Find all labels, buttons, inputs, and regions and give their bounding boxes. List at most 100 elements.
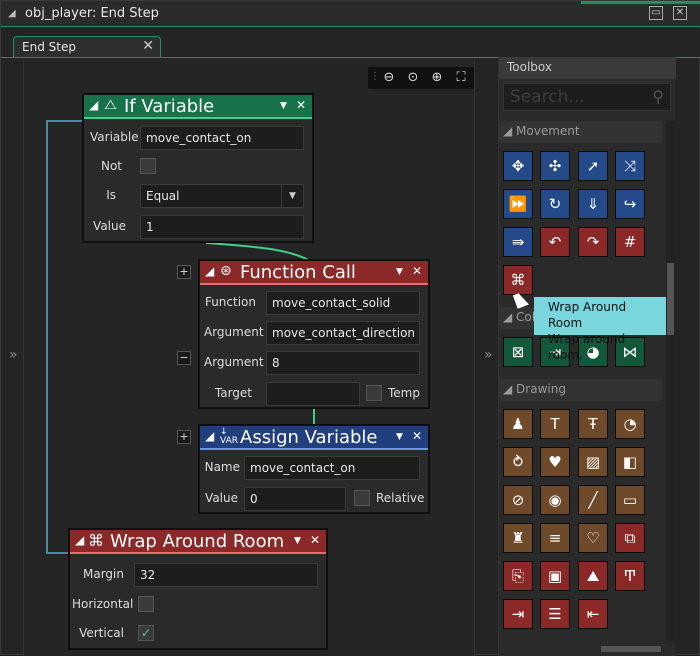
draw-self-icon[interactable]: ♟ bbox=[503, 409, 533, 439]
draw-gradient-icon[interactable]: ◧ bbox=[615, 447, 645, 477]
wrap-around-room-block[interactable]: ◢ ⌘ Wrap Around Room ▼ ✕ Margin 32 Horiz… bbox=[69, 529, 327, 649]
draw-healthbar-icon[interactable]: ▭ bbox=[615, 485, 645, 515]
left-collapse-icon[interactable]: » bbox=[9, 347, 18, 363]
draw-text-ext-icon[interactable]: Ŧ bbox=[578, 409, 608, 439]
block-close-icon[interactable]: ✕ bbox=[296, 98, 306, 112]
wrap-around-room-icon[interactable]: ⌘ bbox=[503, 265, 533, 295]
set-text-align-icon[interactable]: ⇥ bbox=[503, 599, 533, 629]
collision-box-icon[interactable]: ⊠ bbox=[503, 337, 533, 367]
remove-argument-button[interactable]: − bbox=[177, 351, 191, 365]
argument-input[interactable]: 8 bbox=[266, 351, 420, 375]
move-fixed-icon[interactable]: ✣ bbox=[540, 151, 570, 181]
draw-lives-icon[interactable]: ♥ bbox=[540, 447, 570, 477]
window-titlebar[interactable]: ◢ obj_player: End Step ▭ ✕ bbox=[1, 1, 700, 27]
draw-line-icon[interactable]: ╱ bbox=[578, 485, 608, 515]
assign-variable-header[interactable]: ◢ ↓ VAR Assign Variable ▼ ✕ bbox=[200, 426, 428, 450]
expand-plus-button[interactable]: + bbox=[177, 265, 191, 279]
draw-score-icon[interactable]: ♜ bbox=[503, 523, 533, 553]
close-window-button[interactable]: ✕ bbox=[673, 6, 687, 20]
draw-pattern-icon[interactable]: ▨ bbox=[578, 447, 608, 477]
zoom-in-icon[interactable]: ⊕ bbox=[428, 69, 446, 87]
grip-icon[interactable]: ⋮ bbox=[370, 71, 380, 82]
gravity-icon[interactable]: ⇓ bbox=[578, 189, 608, 219]
block-close-icon[interactable]: ✕ bbox=[310, 533, 320, 547]
rotate-icon[interactable]: ↻ bbox=[540, 189, 570, 219]
temp-checkbox[interactable] bbox=[366, 385, 382, 401]
jump-point-icon[interactable]: ⇛ bbox=[503, 227, 533, 257]
target-input[interactable] bbox=[266, 382, 360, 406]
tab-end-step[interactable]: End Step ✕ bbox=[13, 36, 161, 58]
collapse-triangle-icon[interactable]: ◢ bbox=[8, 8, 16, 19]
horizontal-checkbox[interactable] bbox=[138, 596, 154, 612]
toolbox-search[interactable]: Search... ⚲ bbox=[503, 83, 671, 111]
expand-plus-button[interactable]: + bbox=[177, 430, 191, 444]
block-title: Wrap Around Room bbox=[110, 531, 285, 552]
reverse-h-icon[interactable]: ↶ bbox=[540, 227, 570, 257]
wrap-around-room-header[interactable]: ◢ ⌘ Wrap Around Room ▼ ✕ bbox=[70, 530, 326, 554]
draw-text-box-icon[interactable]: ☰ bbox=[540, 599, 570, 629]
block-title: Function Call bbox=[240, 262, 356, 283]
dropdown-icon[interactable]: ▼ bbox=[396, 267, 403, 277]
dropdown-icon[interactable]: ▼ bbox=[280, 101, 287, 111]
is-select[interactable]: Equal ▼ bbox=[140, 184, 304, 208]
fit-to-screen-icon[interactable]: ⛶ bbox=[452, 69, 470, 87]
margin-input[interactable]: 32 bbox=[134, 563, 318, 587]
block-close-icon[interactable]: ✕ bbox=[412, 429, 422, 443]
horizontal-scrollbar-thumb[interactable] bbox=[601, 646, 661, 652]
draw-ellipse-icon[interactable]: ⊘ bbox=[503, 485, 533, 515]
zoom-reset-icon[interactable]: ⊙ bbox=[404, 69, 422, 87]
function-call-header[interactable]: ◢ ⊛ Function Call ▼ ✕ bbox=[200, 261, 428, 285]
draw-circle-icon[interactable]: ◉ bbox=[540, 485, 570, 515]
tab-close-icon[interactable]: ✕ bbox=[142, 38, 154, 54]
dropdown-icon[interactable]: ▼ bbox=[294, 536, 301, 546]
search-input[interactable]: Search... bbox=[510, 87, 585, 107]
toolbox-scrollbar[interactable] bbox=[666, 121, 675, 641]
assign-variable-block[interactable]: ◢ ↓ VAR Assign Variable ▼ ✕ Name move_con… bbox=[199, 425, 429, 513]
relative-checkbox[interactable] bbox=[354, 490, 370, 506]
variable-input[interactable]: move_contact_on bbox=[140, 126, 304, 150]
vertical-checkbox[interactable]: ✓ bbox=[138, 625, 154, 641]
argument-input[interactable]: move_contact_direction bbox=[266, 321, 420, 345]
draw-transformed-icon[interactable]: ⥁ bbox=[503, 447, 533, 477]
dropdown-icon[interactable]: ▼ bbox=[396, 432, 403, 442]
name-input[interactable]: move_contact_on bbox=[244, 456, 420, 480]
section-drawing[interactable]: ◢ Drawing bbox=[499, 379, 662, 401]
move-free-icon[interactable]: ✥ bbox=[503, 151, 533, 181]
draw-tiles-icon[interactable]: ⛰ bbox=[578, 561, 608, 591]
speed-icon[interactable]: ⏩ bbox=[503, 189, 533, 219]
right-collapse-icon[interactable]: » bbox=[484, 347, 493, 363]
draw-value-icon[interactable]: ≡ bbox=[540, 523, 570, 553]
section-movement[interactable]: ◢ Movement bbox=[499, 121, 662, 143]
grid-icon[interactable]: # bbox=[615, 227, 645, 257]
block-close-icon[interactable]: ✕ bbox=[412, 264, 422, 278]
text-valign-icon[interactable]: ⇤ bbox=[578, 599, 608, 629]
if-variable-block[interactable]: ◢ ⧍ If Variable ▼ ✕ Variable move_contac… bbox=[83, 94, 313, 242]
draw-health-icon[interactable]: ♡ bbox=[578, 523, 608, 553]
function-input[interactable]: move_contact_solid bbox=[266, 291, 420, 315]
reverse-v-icon[interactable]: ↷ bbox=[578, 227, 608, 257]
collapse-arrow-icon[interactable]: ◢ bbox=[89, 98, 98, 112]
path-shuffle-icon[interactable]: ⤨ bbox=[615, 151, 645, 181]
chevron-down-icon[interactable]: ▼ bbox=[281, 185, 303, 207]
not-checkbox[interactable] bbox=[140, 158, 156, 174]
scrollbar-thumb[interactable] bbox=[667, 263, 674, 335]
move-towards-icon[interactable]: ➚ bbox=[578, 151, 608, 181]
draw-font-icon[interactable]: Ͳ bbox=[615, 561, 645, 591]
bounce-icon[interactable]: ↪ bbox=[615, 189, 645, 219]
value-input[interactable]: 1 bbox=[140, 215, 304, 239]
search-icon[interactable]: ⚲ bbox=[652, 87, 664, 106]
minimize-button[interactable]: ▭ bbox=[649, 6, 663, 20]
function-call-block[interactable]: ◢ ⊛ Function Call ▼ ✕ Function move_cont… bbox=[199, 260, 429, 408]
draw-instance-icon[interactable]: ⎘ bbox=[503, 561, 533, 591]
tooltip-description: Wrap around room. bbox=[548, 332, 626, 362]
collapse-arrow-icon[interactable]: ◢ bbox=[205, 429, 214, 443]
collapse-arrow-icon[interactable]: ◢ bbox=[75, 533, 84, 547]
draw-text-icon[interactable]: T bbox=[540, 409, 570, 439]
draw-pie-icon[interactable]: ◔ bbox=[615, 409, 645, 439]
draw-sprite-icon[interactable]: ⧉ bbox=[615, 523, 645, 553]
value-input[interactable]: 0 bbox=[244, 487, 346, 511]
if-variable-header[interactable]: ◢ ⧍ If Variable ▼ ✕ bbox=[84, 95, 312, 119]
draw-background-icon[interactable]: ▣ bbox=[540, 561, 570, 591]
collapse-arrow-icon[interactable]: ◢ bbox=[205, 264, 214, 278]
zoom-out-icon[interactable]: ⊖ bbox=[380, 69, 398, 87]
